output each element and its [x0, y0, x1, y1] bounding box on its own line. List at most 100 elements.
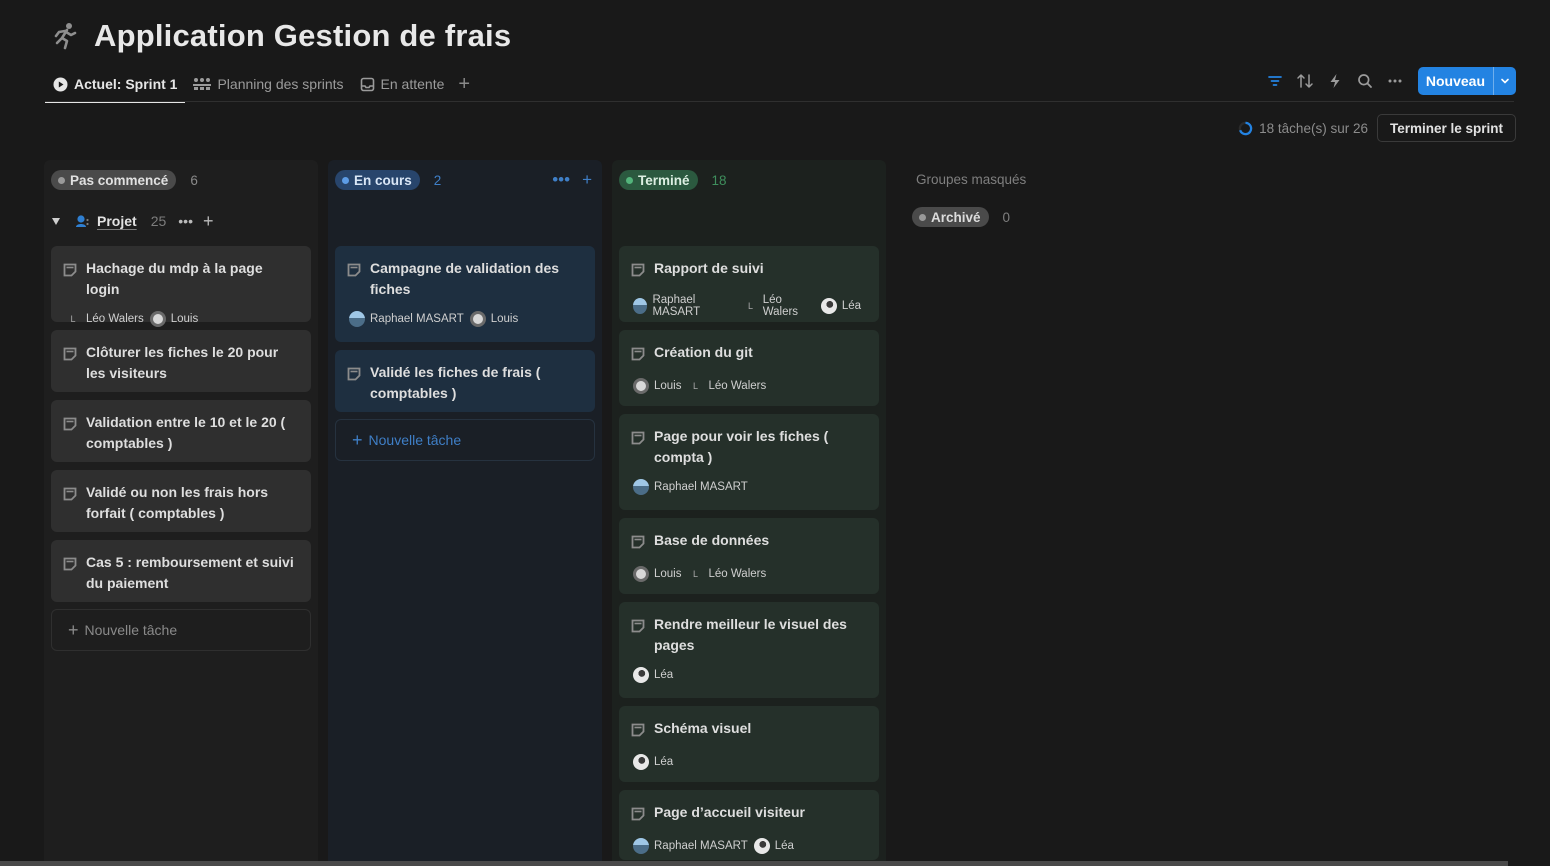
- assignee: Léa: [820, 298, 861, 314]
- new-button[interactable]: Nouveau: [1418, 67, 1493, 95]
- add-icon[interactable]: +: [582, 170, 592, 190]
- assignee-name: Raphael MASART: [370, 313, 464, 325]
- task-card[interactable]: Rendre meilleur le visuel des pages Léa: [619, 602, 879, 698]
- avatar: [633, 479, 649, 495]
- avatar: [469, 311, 486, 327]
- new-task-button[interactable]: + Nouvelle tâche: [51, 609, 311, 651]
- page-icon: [631, 722, 645, 743]
- task-card[interactable]: Validé les fiches de frais ( comptables …: [335, 350, 595, 412]
- avatar: L: [692, 569, 698, 579]
- hidden-group-archived[interactable]: Archivé 0: [912, 207, 1010, 227]
- assignee-name: Raphael MASART: [654, 840, 748, 852]
- plus-icon: +: [68, 619, 79, 640]
- avatar: L: [692, 381, 698, 391]
- assignee-name: Léo Walers: [86, 313, 144, 325]
- sprint-progress: 18 tâche(s) sur 26: [1238, 121, 1368, 136]
- new-dropdown-button[interactable]: [1493, 67, 1516, 95]
- card-title: Cas 5 : remboursement et suivi du paieme…: [86, 554, 294, 591]
- assignee-name: Léo Walers: [708, 380, 767, 392]
- column-header-not-started: Pas commencé 6: [44, 160, 318, 200]
- tab-waiting[interactable]: En attente: [352, 66, 453, 102]
- collapse-caret-icon[interactable]: [52, 217, 60, 225]
- assignees: Raphael MASART: [631, 479, 867, 495]
- more-icon[interactable]: •••: [178, 213, 193, 229]
- tab-label: Planning des sprints: [217, 76, 344, 92]
- page-icon: [347, 366, 361, 404]
- assignee: Léa: [753, 838, 794, 854]
- new-task-button[interactable]: + Nouvelle tâche: [335, 419, 595, 461]
- tab-label: En attente: [380, 76, 445, 92]
- task-card[interactable]: Validé ou non les frais hors forfait ( c…: [51, 470, 311, 532]
- avatar: [633, 667, 649, 683]
- page-icon: [631, 430, 645, 468]
- page-icon: [63, 262, 77, 300]
- horizontal-scrollbar[interactable]: [0, 861, 1508, 866]
- status-badge[interactable]: Pas commencé: [51, 170, 177, 190]
- search-icon[interactable]: [1354, 70, 1376, 92]
- assignee: Louis: [469, 311, 518, 327]
- task-card[interactable]: Page pour voir les fiches ( compta ) Rap…: [619, 414, 879, 510]
- tab-current-sprint[interactable]: Actuel: Sprint 1: [45, 66, 186, 103]
- card-title: Schéma visuel: [654, 720, 752, 736]
- assignee: Raphael MASART: [633, 838, 748, 854]
- avatar: [820, 298, 837, 314]
- task-card[interactable]: Hachage du mdp à la page login L Léo Wale…: [51, 246, 311, 327]
- add-view-button[interactable]: +: [452, 66, 476, 102]
- assignee-name: Raphael MASART: [652, 294, 701, 318]
- more-icon[interactable]: •••: [552, 170, 570, 190]
- task-card[interactable]: Clôturer les fiches le 20 pour les visit…: [51, 330, 311, 392]
- task-card[interactable]: Page d’accueil visiteur Raphael MASART L…: [619, 790, 879, 860]
- assignee-name: Léa: [774, 840, 794, 852]
- lightning-icon[interactable]: [1324, 70, 1346, 92]
- card-title: Clôturer les fiches le 20 pour les visit…: [86, 344, 279, 381]
- assignee-name: Léa: [654, 756, 674, 768]
- group-name[interactable]: Projet: [97, 213, 137, 229]
- avatar: [753, 838, 770, 854]
- assignees: Louis L Léo Walers: [631, 566, 867, 582]
- add-icon[interactable]: +: [203, 211, 214, 232]
- assignee-name: Léo Walers: [762, 294, 799, 318]
- avatar: [633, 838, 649, 854]
- hidden-group-count: 0: [1002, 209, 1011, 225]
- avatar: [633, 298, 648, 314]
- sprint-planning-icon: [193, 77, 212, 91]
- column-header-done: Terminé 18: [612, 160, 886, 200]
- task-card[interactable]: Validation entre le 10 et le 20 ( compta…: [51, 400, 311, 462]
- task-card[interactable]: Création du git Louis L Léo Walers: [619, 330, 879, 406]
- task-card[interactable]: Base de données Louis L Léo Walers: [619, 518, 879, 594]
- plus-icon: +: [352, 429, 363, 450]
- finish-sprint-button[interactable]: Terminer le sprint: [1376, 114, 1516, 142]
- assignees: Raphael MASART Léa: [631, 838, 867, 854]
- status-label: Archivé: [931, 209, 981, 225]
- task-card[interactable]: Schéma visuel Léa: [619, 706, 879, 782]
- assignees: Léa: [631, 667, 867, 683]
- chevron-down-icon: [1501, 78, 1509, 84]
- status-badge[interactable]: En cours: [335, 170, 420, 190]
- assignee-name: Louis: [170, 313, 199, 325]
- card-title: Page pour voir les fiches ( compta ): [654, 428, 829, 465]
- progress-ring-icon: [1238, 121, 1253, 135]
- task-card[interactable]: Campagne de validation des fiches Raphae…: [335, 246, 595, 342]
- progress-text: 18 tâche(s) sur 26: [1259, 120, 1368, 136]
- avatar: [633, 378, 649, 394]
- page-icon: [63, 346, 77, 384]
- more-icon[interactable]: [1384, 70, 1406, 92]
- sprint-status-row: 18 tâche(s) sur 26 Terminer le sprint: [1238, 114, 1516, 142]
- column-header-in-progress: En cours 2 ••• +: [328, 160, 602, 200]
- avatar: [633, 566, 649, 582]
- assignee: Louis: [149, 311, 199, 327]
- column-count: 6: [190, 172, 198, 188]
- status-badge[interactable]: Terminé: [619, 170, 698, 190]
- assignee-name: Léa: [654, 669, 674, 681]
- task-card[interactable]: Rapport de suivi Raphael MASART L Léo Wal…: [619, 246, 879, 322]
- tab-sprint-planning[interactable]: Planning des sprints: [185, 66, 351, 102]
- new-button-group: Nouveau: [1417, 67, 1516, 95]
- sort-icon[interactable]: [1294, 70, 1316, 92]
- task-card[interactable]: Cas 5 : remboursement et suivi du paieme…: [51, 540, 311, 602]
- status-badge[interactable]: Archivé: [912, 207, 989, 227]
- assignee-name: Léa: [841, 300, 861, 312]
- page-icon: [631, 534, 645, 555]
- filter-icon[interactable]: [1264, 70, 1286, 92]
- assignee: L Léo Walers: [65, 311, 144, 327]
- assignee: Raphael MASART: [633, 479, 748, 495]
